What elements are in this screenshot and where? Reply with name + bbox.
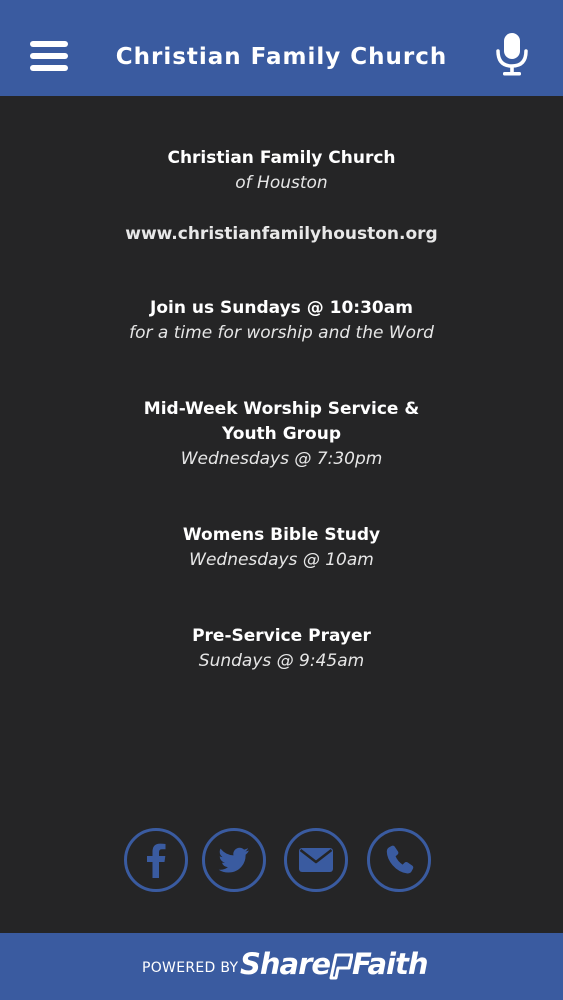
powered-by-label: POWERED BY xyxy=(142,960,239,976)
menu-bar xyxy=(30,65,68,71)
section-subtitle: Wednesdays @ 7:30pm xyxy=(180,449,383,469)
sharefaith-flag-icon xyxy=(329,953,353,980)
social-links xyxy=(0,828,563,898)
twitter-icon xyxy=(218,847,249,873)
menu-bar xyxy=(30,41,68,47)
website-block: www.christianfamilyhouston.org xyxy=(0,222,563,247)
page-title: Christian Family Church xyxy=(115,44,448,70)
midweek-service-section: Mid-Week Worship Service & Youth Group W… xyxy=(0,397,563,472)
app-header: Christian Family Church xyxy=(0,0,563,96)
sunday-service-section: Join us Sundays @ 10:30am for a time for… xyxy=(0,296,563,346)
section-title: Pre-Service Prayer xyxy=(192,626,371,646)
footer: POWERED BY Share Faith xyxy=(0,933,563,1000)
prayer-section: Pre-Service Prayer Sundays @ 9:45am xyxy=(0,624,563,674)
section-subtitle: Wednesdays @ 10am xyxy=(189,550,374,570)
facebook-button[interactable] xyxy=(124,828,188,892)
phone-button[interactable] xyxy=(367,828,431,892)
section-title: Womens Bible Study xyxy=(182,525,381,545)
menu-bar xyxy=(30,53,68,59)
section-title: Mid-Week Worship Service & xyxy=(143,399,420,419)
section-title: Youth Group xyxy=(222,424,341,444)
church-location: of Houston xyxy=(235,173,328,193)
hamburger-menu-icon[interactable] xyxy=(30,41,70,73)
bible-study-section: Womens Bible Study Wednesdays @ 10am xyxy=(0,523,563,573)
email-button[interactable] xyxy=(284,828,348,892)
brand-name-share: Share xyxy=(240,947,331,981)
website-link[interactable]: www.christianfamilyhouston.org xyxy=(0,222,563,247)
twitter-button[interactable] xyxy=(202,828,266,892)
church-info: Christian Family Church of Houston xyxy=(0,146,563,196)
brand-name-faith: Faith xyxy=(352,947,429,981)
microphone-icon[interactable] xyxy=(494,32,530,76)
section-subtitle: for a time for worship and the Word xyxy=(129,323,434,343)
facebook-icon xyxy=(147,843,166,878)
phone-icon xyxy=(386,845,414,874)
section-title: Join us Sundays @ 10:30am xyxy=(150,298,413,318)
email-icon xyxy=(299,848,333,872)
section-subtitle: Sundays @ 9:45am xyxy=(198,651,365,671)
church-name: Christian Family Church xyxy=(167,148,396,168)
